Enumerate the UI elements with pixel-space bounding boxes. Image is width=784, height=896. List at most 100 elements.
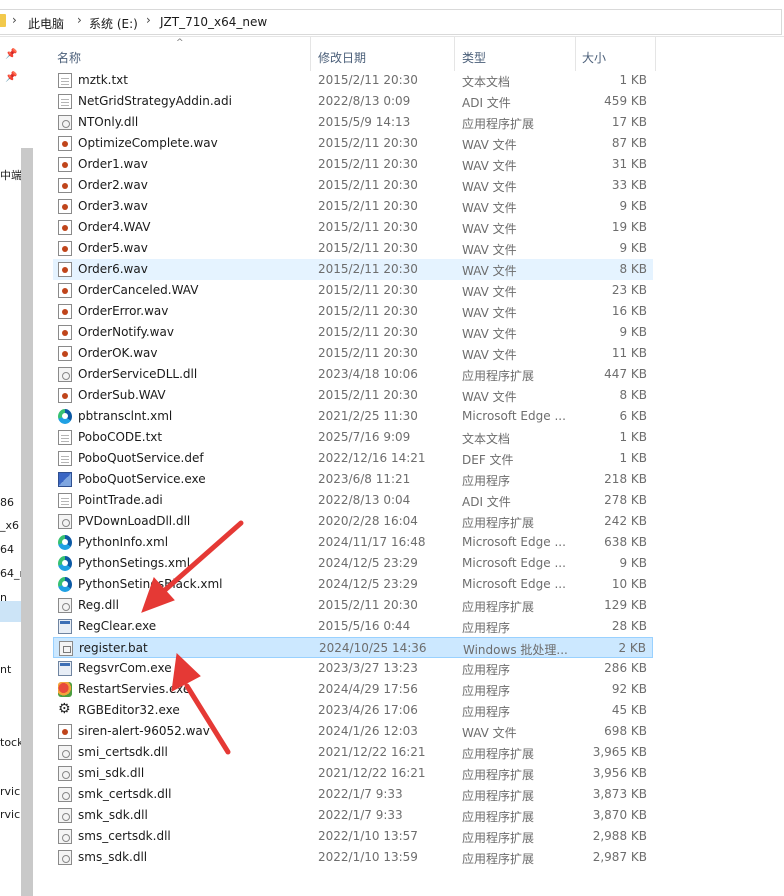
file-row[interactable]: PoboQuotService.exe 2023/6/8 11:21 应用程序 218…	[53, 469, 653, 490]
file-date: 2022/1/7 9:33	[318, 787, 403, 801]
file-icon	[58, 451, 72, 466]
column-header: 名称 修改日期 类型 大小	[48, 37, 784, 71]
file-row[interactable]: PythonInfo.xml 2024/11/17 16:48 Microsoft …	[53, 532, 653, 553]
chevron-right-icon[interactable]: ›	[77, 13, 82, 27]
file-row[interactable]: OrderCanceled.WAV 2015/2/11 20:30 WAV 文件 23…	[53, 280, 653, 301]
column-type[interactable]: 类型	[462, 49, 486, 66]
nav-item[interactable]: rvic	[0, 785, 21, 798]
column-name[interactable]: 名称	[57, 49, 81, 66]
file-type: WAV 文件	[462, 348, 517, 362]
audio-icon	[58, 262, 72, 277]
file-row[interactable]: OrderOK.wav 2015/2/11 20:30 WAV 文件 11 KB	[53, 343, 653, 364]
pin-icon[interactable]: 📌	[5, 49, 17, 60]
nav-item[interactable]: _x6	[0, 519, 21, 532]
dll-icon	[58, 115, 72, 130]
column-divider[interactable]	[655, 37, 656, 71]
breadcrumb-this-pc[interactable]: 此电脑	[28, 15, 64, 32]
file-size: 8 KB	[619, 262, 647, 276]
file-row[interactable]: smi_sdk.dll 2021/12/22 16:21 应用程序扩展 3,956 K…	[53, 763, 653, 784]
column-size[interactable]: 大小	[582, 49, 606, 66]
file-date: 2015/2/11 20:30	[318, 283, 418, 297]
dll-icon	[58, 787, 72, 802]
file-row[interactable]: Order2.wav 2015/2/11 20:30 WAV 文件 33 KB	[53, 175, 653, 196]
file-row[interactable]: NetGridStrategyAddin.adi 2022/8/13 0:09 AD…	[53, 91, 653, 112]
file-row[interactable]: RegsvrCom.exe 2023/3/27 13:23 应用程序 286 KB	[53, 658, 653, 679]
file-row[interactable]: RGBEditor32.exe 2023/4/26 17:06 应用程序 45 KB	[53, 700, 653, 721]
address-bar[interactable]: › 此电脑 › 系统 (E:) › JZT_710_x64_new	[0, 0, 784, 37]
file-date: 2015/2/11 20:30	[318, 388, 418, 402]
breadcrumb-folder[interactable]: JZT_710_x64_new	[160, 15, 267, 29]
file-row[interactable]: register.bat 2024/10/25 14:36 Windows 批处理.…	[53, 637, 653, 658]
file-type: WAV 文件	[462, 222, 517, 236]
nav-scrollbar[interactable]	[21, 148, 33, 896]
file-row[interactable]: Order6.wav 2015/2/11 20:30 WAV 文件 8 KB	[53, 259, 653, 280]
file-name: RGBEditor32.exe	[78, 703, 180, 717]
pin-icon[interactable]: 📌	[5, 72, 17, 83]
nav-item[interactable]: 中端	[0, 167, 21, 183]
file-row[interactable]: OrderServiceDLL.dll 2023/4/18 10:06 应用程序扩展…	[53, 364, 653, 385]
file-row[interactable]: PVDownLoadDll.dll 2020/2/28 16:04 应用程序扩展 24…	[53, 511, 653, 532]
file-row[interactable]: Order4.WAV 2015/2/11 20:30 WAV 文件 19 KB	[53, 217, 653, 238]
file-date: 2025/7/16 9:09	[318, 430, 411, 444]
nav-item[interactable]: tock	[0, 736, 21, 749]
file-row[interactable]: PoboCODE.txt 2025/7/16 9:09 文本文档 1 KB	[53, 427, 653, 448]
column-divider[interactable]	[310, 37, 311, 71]
file-row[interactable]: PythonSetings.xml 2024/12/5 23:29 Microsof…	[53, 553, 653, 574]
column-date[interactable]: 修改日期	[318, 49, 366, 66]
file-row[interactable]: Order5.wav 2015/2/11 20:30 WAV 文件 9 KB	[53, 238, 653, 259]
file-size: 1 KB	[619, 73, 647, 87]
file-date: 2022/8/13 0:04	[318, 493, 411, 507]
nav-item[interactable]: rvic	[0, 808, 21, 821]
file-date: 2022/8/13 0:09	[318, 94, 411, 108]
file-row[interactable]: mztk.txt 2015/2/11 20:30 文本文档 1 KB	[53, 70, 653, 91]
file-name: NTOnly.dll	[78, 115, 139, 129]
file-row[interactable]: smi_certsdk.dll 2021/12/22 16:21 应用程序扩展 3,9…	[53, 742, 653, 763]
file-name: OrderError.wav	[78, 304, 169, 318]
nav-item[interactable]: nt	[0, 663, 21, 676]
file-row[interactable]: NTOnly.dll 2015/5/9 14:13 应用程序扩展 17 KB	[53, 112, 653, 133]
file-row[interactable]: PointTrade.adi 2022/8/13 0:04 ADI 文件 278 KB	[53, 490, 653, 511]
file-row[interactable]: OrderNotify.wav 2015/2/11 20:30 WAV 文件 9 KB	[53, 322, 653, 343]
file-row[interactable]: Order3.wav 2015/2/11 20:30 WAV 文件 9 KB	[53, 196, 653, 217]
file-date: 2015/2/11 20:30	[318, 136, 418, 150]
breadcrumb-drive[interactable]: 系统 (E:)	[89, 15, 138, 32]
file-icon	[58, 493, 72, 508]
nav-item[interactable]: 86	[0, 496, 21, 509]
file-row[interactable]: siren-alert-96052.wav 2024/1/26 12:03 WAV …	[53, 721, 653, 742]
file-name: PythonSetingsBlack.xml	[78, 577, 223, 591]
nav-item[interactable]: 64_r	[0, 567, 21, 580]
file-row[interactable]: Order1.wav 2015/2/11 20:30 WAV 文件 31 KB	[53, 154, 653, 175]
file-row[interactable]: smk_sdk.dll 2022/1/7 9:33 应用程序扩展 3,870 KB	[53, 805, 653, 826]
chevron-right-icon[interactable]: ›	[146, 13, 151, 27]
file-date: 2024/12/5 23:29	[318, 577, 418, 591]
file-row[interactable]: PoboQuotService.def 2022/12/16 14:21 DEF 文…	[53, 448, 653, 469]
file-row[interactable]: OrderSub.WAV 2015/2/11 20:30 WAV 文件 8 KB	[53, 385, 653, 406]
file-row[interactable]: Reg.dll 2015/2/11 20:30 应用程序扩展 129 KB	[53, 595, 653, 616]
file-row[interactable]: OptimizeComplete.wav 2015/2/11 20:30 WAV 文…	[53, 133, 653, 154]
file-row[interactable]: PythonSetingsBlack.xml 2024/12/5 23:29 Mic…	[53, 574, 653, 595]
file-row[interactable]: RegClear.exe 2015/5/16 0:44 应用程序 28 KB	[53, 616, 653, 637]
file-size: 286 KB	[604, 661, 647, 675]
nav-selected-item[interactable]	[0, 601, 21, 622]
file-type: 应用程序	[462, 663, 511, 677]
nav-item[interactable]: n	[0, 591, 21, 604]
file-row[interactable]: smk_certsdk.dll 2022/1/7 9:33 应用程序扩展 3,873 …	[53, 784, 653, 805]
file-row[interactable]: OrderError.wav 2015/2/11 20:30 WAV 文件 16 KB	[53, 301, 653, 322]
file-row[interactable]: pbtransclnt.xml 2021/2/25 11:30 Microsoft …	[53, 406, 653, 427]
file-size: 638 KB	[604, 535, 647, 549]
file-type: WAV 文件	[462, 285, 517, 299]
file-row[interactable]: sms_certsdk.dll 2022/1/10 13:57 应用程序扩展 2,98…	[53, 826, 653, 847]
column-divider[interactable]	[575, 37, 576, 71]
app-icon	[58, 472, 72, 487]
file-date: 2022/12/16 14:21	[318, 451, 426, 465]
file-size: 10 KB	[611, 577, 647, 591]
file-size: 31 KB	[611, 157, 647, 171]
file-name: smi_sdk.dll	[78, 766, 145, 780]
nav-item[interactable]: 64	[0, 543, 21, 556]
file-row[interactable]: sms_sdk.dll 2022/1/10 13:59 应用程序扩展 2,987 KB	[53, 847, 653, 868]
file-name: PoboQuotService.exe	[78, 472, 206, 486]
file-type: WAV 文件	[462, 138, 517, 152]
file-date: 2023/6/8 11:21	[318, 472, 411, 486]
column-divider[interactable]	[454, 37, 455, 71]
file-row[interactable]: RestartServies.exe 2024/4/29 17:56 应用程序 92 …	[53, 679, 653, 700]
